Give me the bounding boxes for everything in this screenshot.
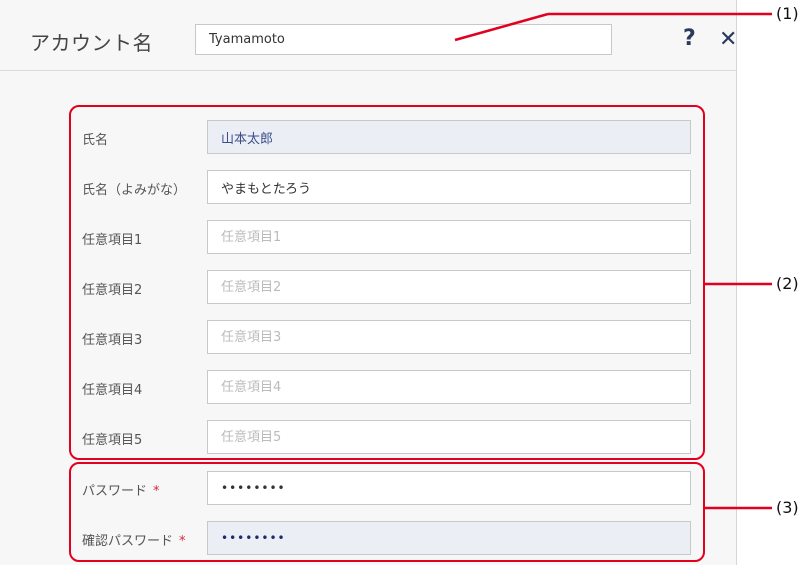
help-icon[interactable]: ?	[683, 26, 696, 51]
account-name-label: アカウント名	[30, 31, 153, 55]
annotation-frame-3	[69, 462, 705, 562]
account-name-input[interactable]	[195, 24, 612, 55]
callout-2-label: (2)	[776, 274, 799, 293]
callout-1-label: (1)	[776, 4, 799, 23]
annotation-frame-2	[69, 105, 705, 460]
close-icon[interactable]: ✕	[719, 27, 737, 52]
dialog-header: アカウント名 ? ✕	[0, 0, 737, 71]
callout-3-label: (3)	[776, 498, 799, 517]
